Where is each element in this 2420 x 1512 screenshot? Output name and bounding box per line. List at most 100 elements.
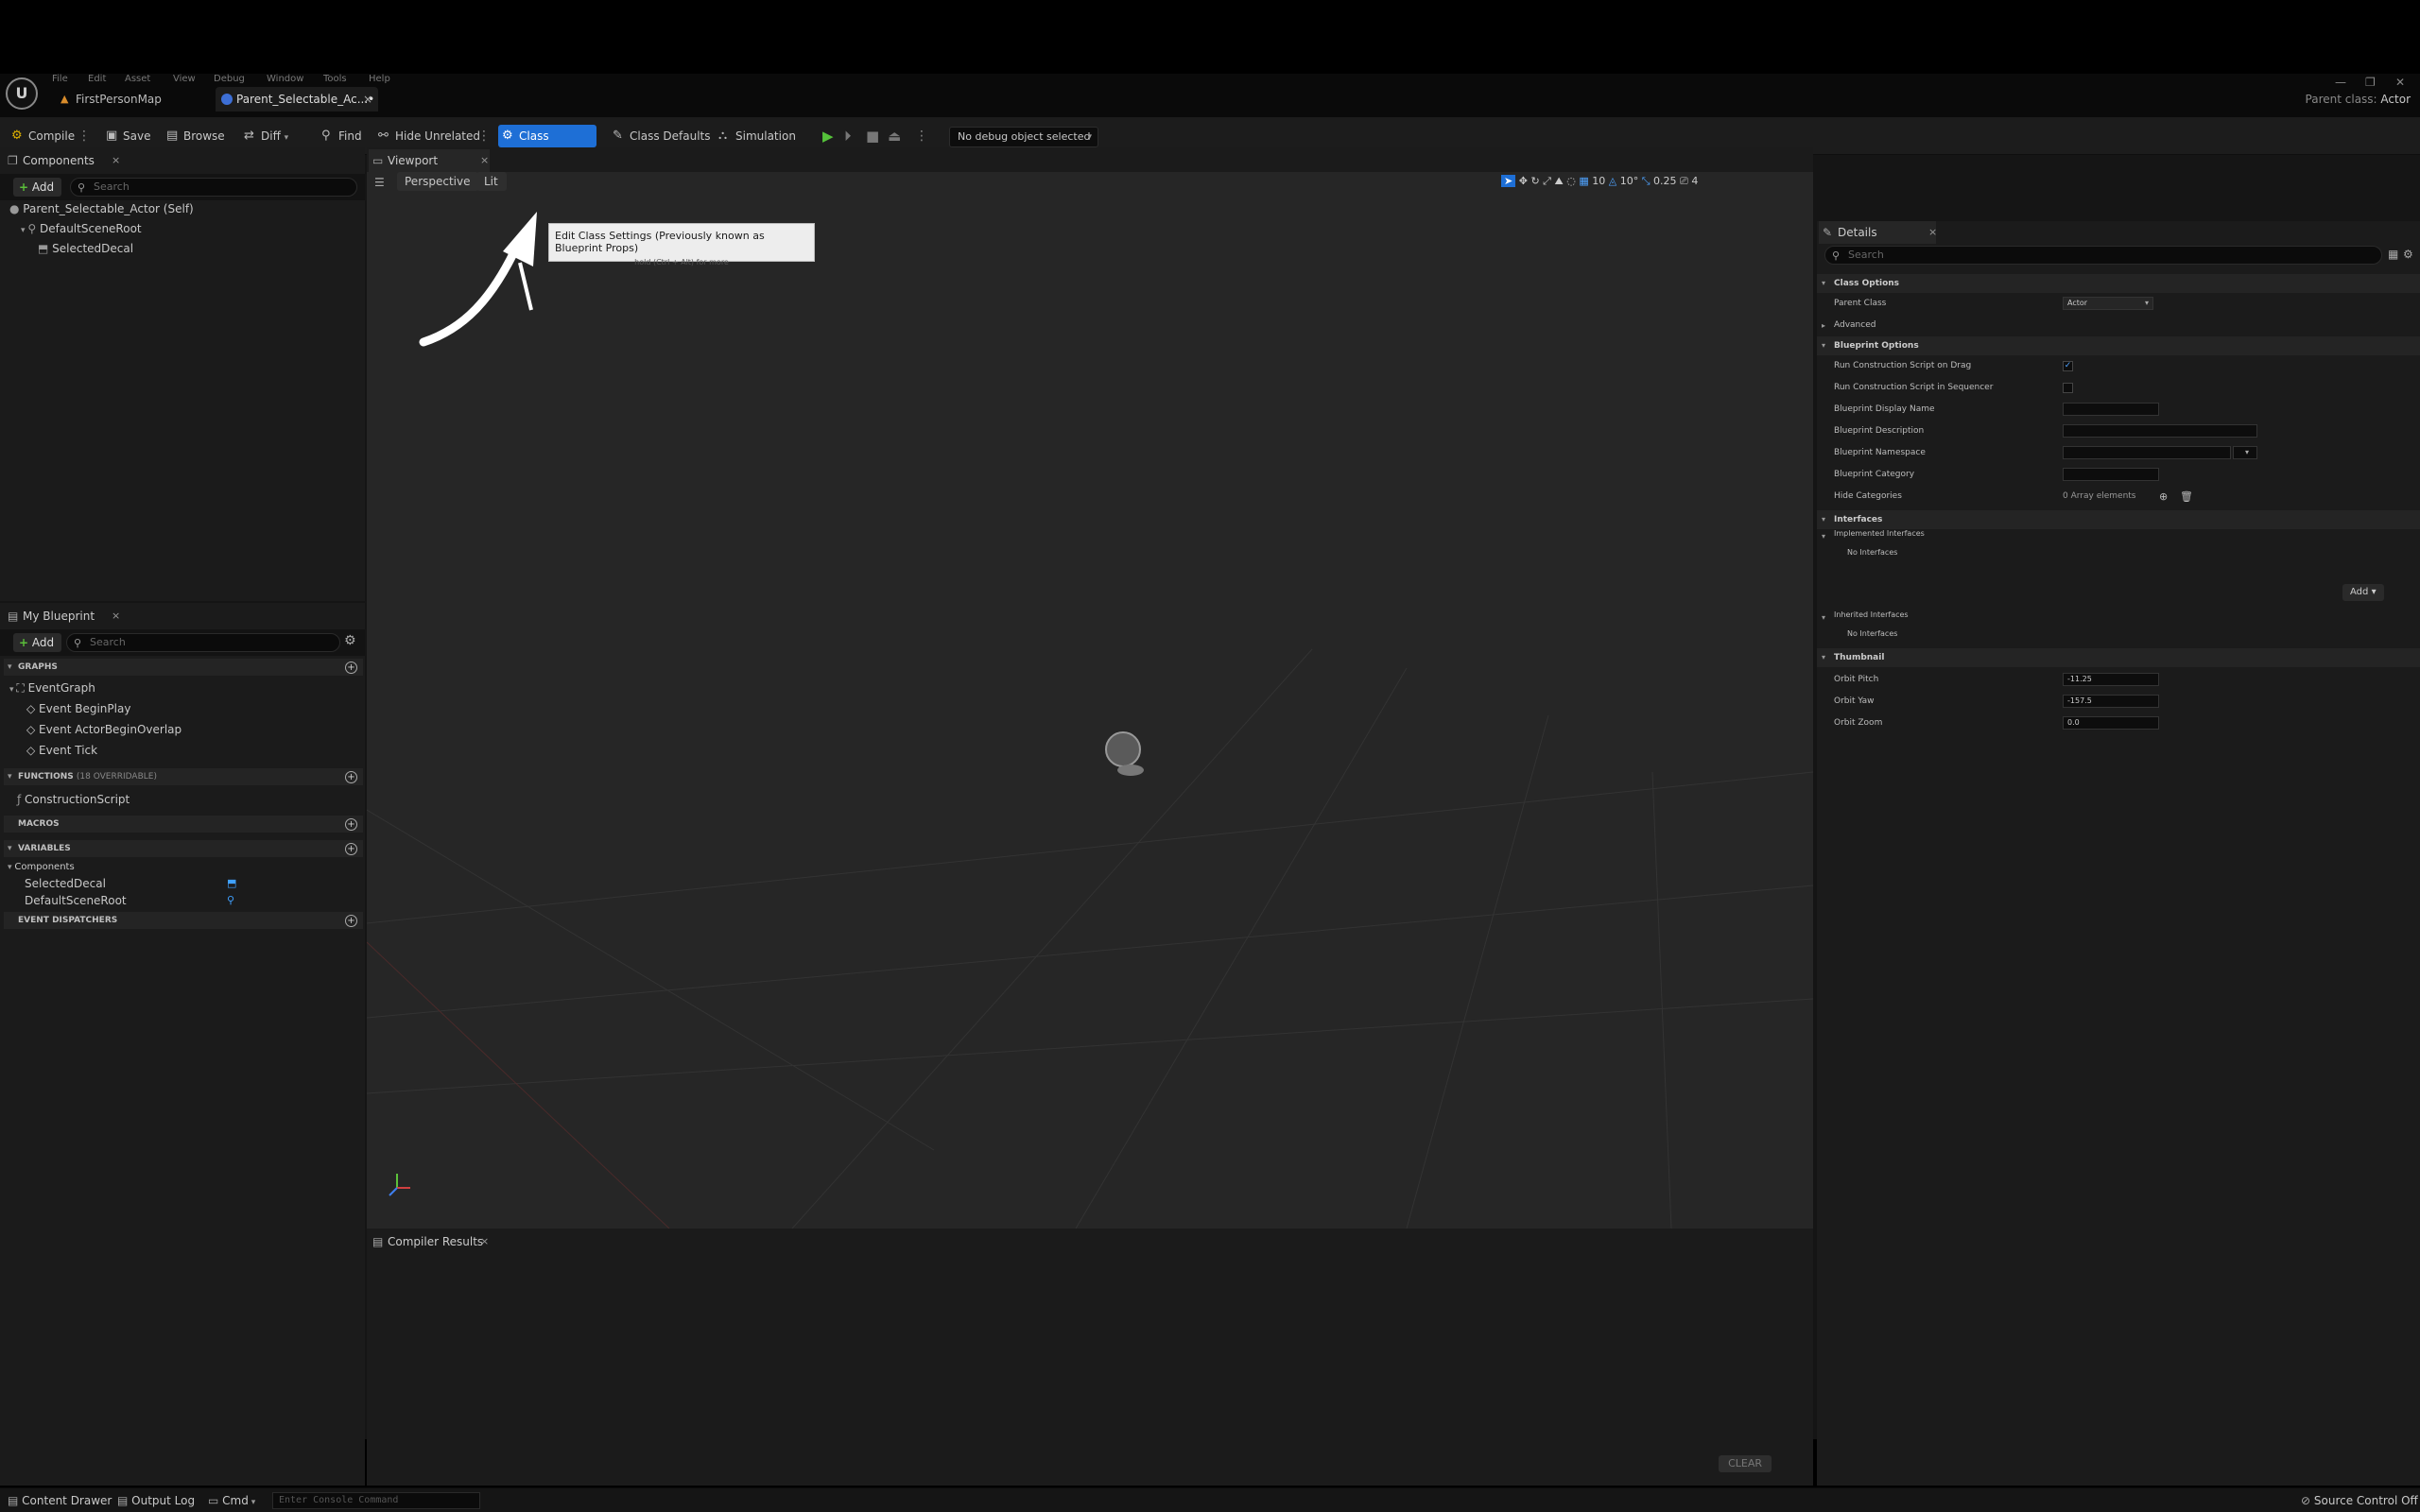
browse-button[interactable]: ▤ Browse [163,125,231,147]
add-variable-icon[interactable]: + [345,843,357,855]
cmd-select[interactable]: ▭ Cmd ▾ [208,1492,255,1509]
translate-icon[interactable]: ✥ [1519,175,1528,187]
section-thumbnail[interactable]: ▾ Thumbnail [1817,648,2420,667]
stop-icon[interactable]: ■ [866,128,879,145]
orbit-zoom-input[interactable]: 0.0 [2063,716,2159,730]
component-selected-decal[interactable]: ⬒ SelectedDecal [38,240,133,257]
add-member-button[interactable]: + Add [13,633,62,652]
close-icon[interactable]: × [112,605,120,627]
add-element-icon[interactable]: ⊕ [2159,486,2168,507]
hide-unrelated-options-icon[interactable]: ⋮ [477,125,491,147]
description-input[interactable] [2063,424,2257,438]
source-control-button[interactable]: ⊘ Source Control Off [2301,1492,2418,1509]
tab-my-blueprint[interactable]: ▤ My Blueprint × [4,605,121,627]
event-graph-item[interactable]: ▾ ⛶ EventGraph [9,679,95,696]
menu-file[interactable]: File [52,74,68,85]
close-window-icon[interactable]: ✕ [2395,76,2405,89]
surface-snap-icon[interactable]: ⛰ [1554,175,1563,187]
grid-snap-value[interactable]: 10 [1592,175,1605,187]
hide-unrelated-button[interactable]: ⚯ Hide Unrelated [374,125,486,147]
my-blueprint-search-input[interactable]: ⚲ Search [66,633,340,652]
event-actorbeginoverlap-item[interactable]: ◇ Event ActorBeginOverlap [26,721,182,738]
table-view-icon[interactable]: ▦ [2388,248,2398,261]
menu-tools[interactable]: Tools [323,74,347,85]
menu-window[interactable]: Window [267,74,303,85]
add-macro-icon[interactable]: + [345,818,357,831]
save-button[interactable]: ▣ Save [102,125,156,147]
simulation-button[interactable]: ⛬ Simulation [715,125,802,147]
settings-gear-icon[interactable]: ⚙ [2403,248,2413,261]
content-drawer-button[interactable]: ▤ Content Drawer [8,1492,112,1509]
rotation-snap-icon[interactable]: ◬ [1609,175,1616,187]
play-options-icon[interactable]: ⋮ [915,125,928,147]
add-function-icon[interactable]: + [345,771,357,783]
play-icon[interactable]: ▶ [822,128,834,145]
clear-button[interactable]: CLEAR [1719,1455,1772,1472]
settings-gear-icon[interactable]: ⚙ [344,633,356,648]
frame-skip-icon[interactable]: ⏵ [844,128,852,145]
event-tick-item[interactable]: ◇ Event Tick [26,742,97,759]
maximize-icon[interactable]: ❐ [2365,76,2376,89]
category-input[interactable] [2063,468,2159,481]
tab-components[interactable]: ❐ Components × [4,149,121,172]
camera-speed-value[interactable]: 4 [1691,175,1698,187]
scale-snap-value[interactable]: 0.25 [1653,175,1677,187]
component-self[interactable]: ● Parent_Selectable_Actor (Self) [9,200,194,217]
add-dispatcher-icon[interactable]: + [345,915,357,927]
add-graph-icon[interactable]: + [345,662,357,674]
diff-button[interactable]: ⇄ Diff ▾ [240,125,294,147]
menu-help[interactable]: Help [369,74,390,85]
tab-details[interactable]: ✎ Details × [1819,221,1937,244]
variable-selected-decal[interactable]: SelectedDecal [25,875,106,892]
construction-script-item[interactable]: ƒ ConstructionScript [17,791,130,808]
event-beginplay-item[interactable]: ◇ Event BeginPlay [26,700,130,717]
debug-object-select[interactable]: No debug object selected ▾ [949,127,1098,147]
tab-parent-selectable-actor[interactable]: Parent_Selectable_Ac...• × [216,87,378,112]
viewport-canvas[interactable] [367,243,1813,1228]
perspective-button[interactable]: Perspective [397,172,478,191]
section-variables[interactable]: ▾ VARIABLES [4,840,363,857]
components-search-input[interactable]: ⚲ Search [70,178,357,197]
select-mode-icon[interactable]: ➤ [1501,175,1516,187]
parent-class-dropdown[interactable]: Actor ▾ [2063,297,2153,310]
components-group[interactable]: ▾ Components [8,859,75,876]
menu-debug[interactable]: Debug [214,74,245,85]
trash-icon[interactable]: 🗑 [2180,486,2193,507]
tab-viewport[interactable]: ▭ Viewport × [369,149,490,172]
chevron-down-icon[interactable]: ▾ [2233,446,2257,459]
construction-in-sequencer-checkbox[interactable] [2063,383,2073,393]
scale-snap-icon[interactable]: ⤡ [1642,175,1651,187]
details-search-input[interactable]: ⚲ Search [1824,246,2382,265]
tab-firstpersonmap[interactable]: ▲ FirstPersonMap [55,87,206,112]
section-class-options[interactable]: ▾ Class Options [1817,274,2420,293]
output-log-button[interactable]: ▤ Output Log [117,1492,195,1509]
eject-icon[interactable]: ⏏ [888,128,901,145]
find-button[interactable]: ⚲ Find [318,125,368,147]
namespace-input[interactable] [2063,446,2231,459]
menu-asset[interactable]: Asset [125,74,150,85]
menu-edit[interactable]: Edit [88,74,106,85]
parent-class-value[interactable]: Actor [2380,93,2411,106]
component-default-scene-root[interactable]: ▾ ⚲ DefaultSceneRoot [21,220,142,237]
close-icon[interactable]: × [112,149,120,172]
grid-snap-icon[interactable]: ▦ [1579,175,1588,187]
add-component-button[interactable]: + Add [13,178,62,197]
menu-view[interactable]: View [173,74,196,85]
unreal-logo-icon[interactable]: U [6,77,38,110]
minimize-icon[interactable]: — [2335,76,2346,89]
section-event-dispatchers[interactable]: EVENT DISPATCHERS [4,912,363,929]
world-local-icon[interactable]: ◌ [1566,175,1576,187]
close-tab-icon[interactable]: × [363,87,372,112]
add-interface-button[interactable]: Add ▾ [2342,584,2384,601]
construction-on-drag-checkbox[interactable]: ✓ [2063,361,2073,371]
class-settings-button[interactable]: ⚙ Class Settings [498,125,596,165]
camera-speed-icon[interactable]: ⎚ [1680,175,1688,187]
tab-compiler-results[interactable]: ▤ Compiler Results × [369,1230,492,1253]
close-icon[interactable]: × [1928,221,1937,244]
class-defaults-button[interactable]: ✎ Class Defaults [609,125,716,147]
section-graphs[interactable]: ▾ GRAPHS [4,659,363,676]
section-functions[interactable]: ▾ FUNCTIONS (18 OVERRIDABLE) [4,768,363,785]
rotation-snap-value[interactable]: 10° [1620,175,1639,187]
orbit-yaw-input[interactable]: -157.5 [2063,695,2159,708]
row-advanced[interactable]: ▸ Advanced [1817,315,2420,336]
